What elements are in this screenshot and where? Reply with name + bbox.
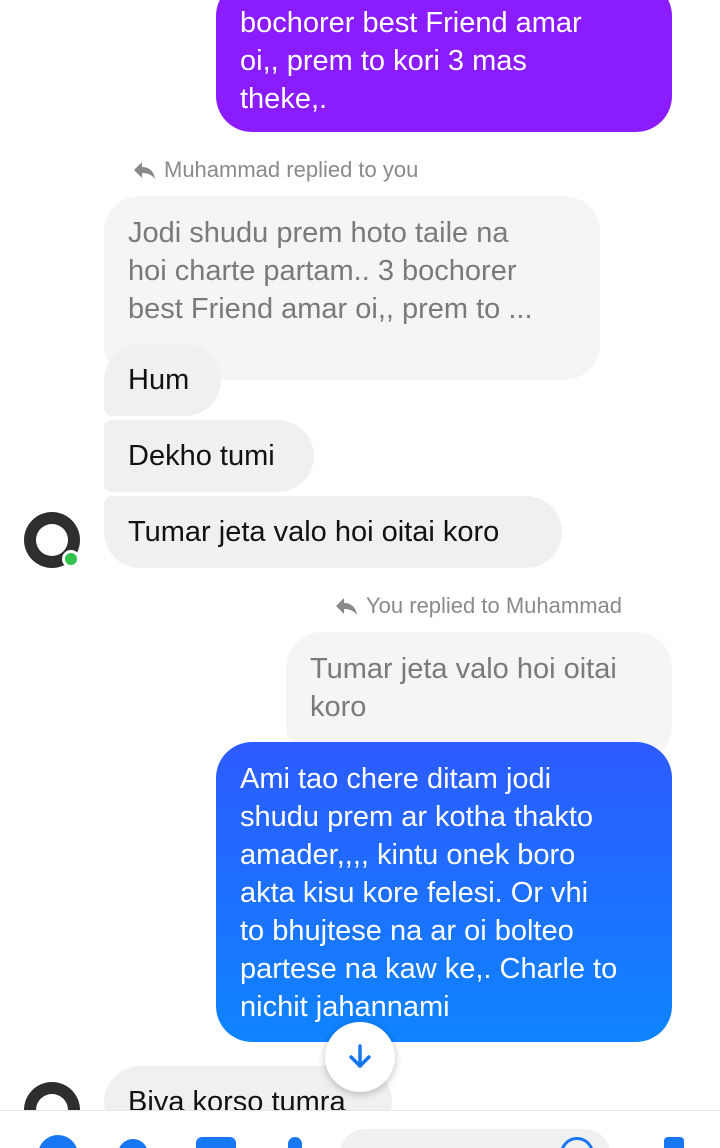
sent-message[interactable]: Ami tao chere ditam jodi shudu prem ar k…: [216, 742, 672, 1042]
reply-arrow-icon: [336, 598, 357, 615]
arrow-down-icon: [349, 1044, 371, 1068]
received-message[interactable]: Dekho tumi: [104, 420, 314, 492]
message-line: theke,.: [240, 83, 328, 115]
message-line: akta kisu kore felesi. Or vhi: [240, 877, 589, 909]
message-line: Ami tao chere ditam jodi: [240, 763, 552, 795]
avatar-logo: [36, 524, 68, 556]
received-message[interactable]: Tumar jeta valo hoi oitai koro: [104, 496, 562, 568]
more-actions-icon[interactable]: [38, 1135, 78, 1148]
reply-indicator: Muhammad replied to you: [132, 156, 418, 184]
message-line: nichit jahannami: [240, 991, 450, 1023]
message-line: bochorer best Friend amar: [240, 7, 582, 39]
scroll-to-bottom-button[interactable]: [325, 1022, 395, 1092]
quoted-line: hoi charte partam.. 3 bochorer: [128, 255, 517, 287]
composer-bar: [0, 1110, 720, 1148]
message-line: partese na kaw ke,. Charle to: [240, 953, 618, 985]
quoted-line: Jodi shudu prem hoto taile na: [128, 217, 509, 249]
message-text: Dekho tumi: [128, 440, 275, 472]
camera-icon[interactable]: [118, 1139, 148, 1148]
gallery-icon[interactable]: [196, 1137, 236, 1148]
quoted-line: best Friend amar oi,, prem to ...: [128, 293, 533, 325]
like-icon[interactable]: [664, 1137, 684, 1148]
quoted-line: koro: [310, 691, 367, 723]
message-line: shudu prem ar kotha thakto: [240, 801, 594, 833]
message-text: Hum: [128, 364, 190, 396]
quoted-line: Tumar jeta valo hoi oitai: [310, 653, 617, 685]
message-line: oi,, prem to kori 3 mas: [240, 45, 527, 77]
reply-arrow-icon: [134, 162, 155, 179]
sent-message-top[interactable]: bochorer best Friend amar oi,, prem to k…: [216, 0, 672, 132]
message-text: Tumar jeta valo hoi oitai koro: [128, 516, 500, 548]
reply-label-text: You replied to Muhammad: [366, 593, 623, 618]
message-line: to bhujtese na ar oi bolteo: [240, 915, 574, 947]
message-line: amader,,,, kintu onek boro: [240, 839, 576, 871]
reply-label-text: Muhammad replied to you: [164, 157, 419, 182]
microphone-icon[interactable]: [288, 1137, 302, 1148]
reply-indicator: You replied to Muhammad: [334, 592, 622, 620]
online-status-indicator: [62, 550, 80, 568]
received-message[interactable]: Hum: [104, 344, 221, 416]
